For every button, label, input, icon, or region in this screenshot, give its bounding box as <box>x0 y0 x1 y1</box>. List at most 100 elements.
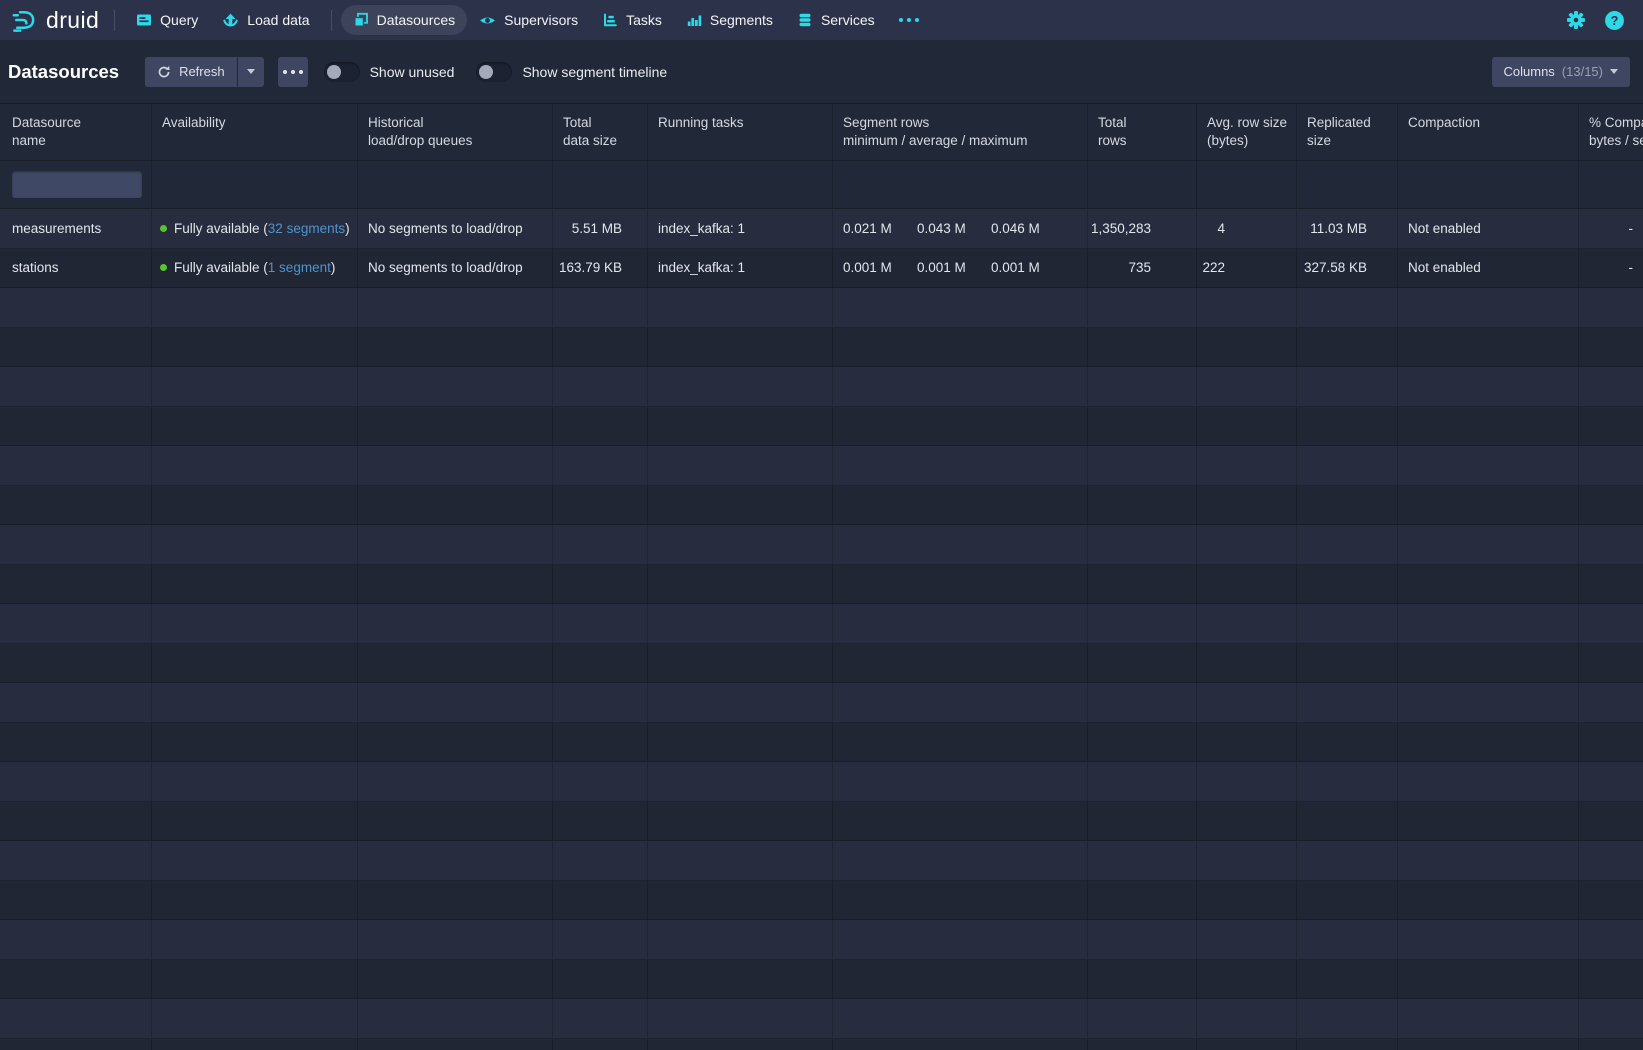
table-cell-empty <box>152 762 358 801</box>
show-unused-label: Show unused <box>370 64 455 80</box>
datasource-name-cell: stations <box>0 249 152 288</box>
table-cell-empty <box>833 1039 1088 1050</box>
table-cell-empty <box>648 486 833 525</box>
columns-button[interactable]: Columns (13/15) <box>1492 57 1631 87</box>
more-actions-button[interactable] <box>278 57 308 87</box>
table-cell-empty <box>648 683 833 722</box>
table-cell-empty <box>1088 723 1197 762</box>
table-cell-empty <box>1579 486 1643 525</box>
more-icon <box>899 18 919 22</box>
table-cell-empty <box>358 999 553 1038</box>
table-cell-empty <box>1579 841 1643 880</box>
nav-item-segments[interactable]: Segments <box>674 5 785 35</box>
table-cell-empty <box>1197 486 1297 525</box>
table-cell-empty <box>0 723 152 762</box>
segments-count-link[interactable]: 32 segments <box>268 221 345 236</box>
table-cell-empty <box>0 328 152 367</box>
nav-item-datasources[interactable]: Datasources <box>341 5 468 35</box>
refresh-button[interactable]: Refresh <box>145 57 237 87</box>
table-cell-empty <box>1579 881 1643 920</box>
datasource-name-filter-input[interactable] <box>12 171 142 198</box>
table-cell-empty <box>1088 841 1197 880</box>
table-cell-empty <box>833 723 1088 762</box>
table-cell-empty <box>1579 1039 1643 1050</box>
column-header-historical-queues[interactable]: Historicalload/drop queues <box>358 104 553 160</box>
services-icon <box>797 12 813 28</box>
table-cell-empty <box>1088 762 1197 801</box>
available-status-dot <box>160 225 167 232</box>
table-cell-empty <box>833 407 1088 446</box>
table-cell-empty <box>1197 565 1297 604</box>
show-segment-timeline-toggle[interactable] <box>476 62 512 82</box>
table-cell-empty <box>833 367 1088 406</box>
nav-item-services[interactable]: Services <box>785 5 887 35</box>
table-cell-empty <box>1398 486 1579 525</box>
nav-item-load-data[interactable]: Load data <box>210 5 321 35</box>
table-cell-empty <box>1579 802 1643 841</box>
nav-item-tasks[interactable]: Tasks <box>590 5 674 35</box>
table-row-empty <box>0 999 1643 1039</box>
column-header-compaction[interactable]: Compaction <box>1398 104 1579 160</box>
nav-more-button[interactable] <box>887 5 931 35</box>
table-cell-empty <box>1297 1039 1398 1050</box>
table-cell-empty <box>1297 802 1398 841</box>
table-row-measurements: measurements Fully available (32 segment… <box>0 209 1643 249</box>
table-cell-empty <box>358 525 553 564</box>
table-cell-empty <box>1088 407 1197 446</box>
column-header-running-tasks[interactable]: Running tasks <box>648 104 833 160</box>
table-cell-empty <box>152 446 358 485</box>
supervisors-icon <box>479 12 496 29</box>
column-header-total-data-size[interactable]: Totaldata size <box>553 104 648 160</box>
table-cell-empty <box>152 723 358 762</box>
toggle-knob <box>479 65 493 79</box>
table-cell-empty <box>0 920 152 959</box>
table-cell-empty <box>152 999 358 1038</box>
table-cell-empty <box>0 1039 152 1050</box>
tasks-icon <box>602 12 618 28</box>
table-cell-empty <box>553 762 648 801</box>
column-header-datasource-name[interactable]: Datasourcename <box>0 104 152 160</box>
settings-gear-icon[interactable] <box>1566 10 1586 30</box>
column-header-replicated-size[interactable]: Replicatedsize <box>1297 104 1398 160</box>
table-cell-empty <box>358 288 553 327</box>
table-cell-empty <box>1297 525 1398 564</box>
table-cell-empty <box>0 486 152 525</box>
druid-logo[interactable]: druid <box>10 7 99 34</box>
table-cell-empty <box>0 802 152 841</box>
nav-divider <box>331 10 332 31</box>
table-cell-empty <box>833 644 1088 683</box>
table-cell-empty <box>648 881 833 920</box>
table-cell-empty <box>0 604 152 643</box>
column-header-availability[interactable]: Availability <box>152 104 358 160</box>
table-cell-empty <box>152 802 358 841</box>
table-cell-empty <box>358 486 553 525</box>
table-cell-empty <box>358 683 553 722</box>
table-cell-empty <box>1197 683 1297 722</box>
table-cell-empty <box>553 486 648 525</box>
show-segment-timeline-label: Show segment timeline <box>522 64 667 80</box>
refresh-dropdown-button[interactable] <box>238 57 264 87</box>
total-rows-cell: 1,350,283 <box>1088 209 1197 248</box>
table-cell-empty <box>648 762 833 801</box>
percent-compacted-cell: - <box>1579 249 1643 288</box>
nav-item-query[interactable]: Query <box>124 5 210 35</box>
table-cell-empty <box>1197 920 1297 959</box>
column-header-segment-rows[interactable]: Segment rowsminimum / average / maximum <box>833 104 1088 160</box>
help-icon[interactable]: ? <box>1604 10 1625 31</box>
column-header-total-rows[interactable]: Totalrows <box>1088 104 1197 160</box>
table-cell-empty <box>1088 604 1197 643</box>
segment-rows-cell: 0.001 M0.001 M0.001 M <box>833 249 1088 288</box>
segments-count-link[interactable]: 1 segment <box>268 260 331 275</box>
column-header-percent-compacted[interactable]: % Compabytes / se <box>1579 104 1643 160</box>
table-cell-empty <box>553 999 648 1038</box>
table-cell-empty <box>1297 999 1398 1038</box>
table-cell-empty <box>1398 604 1579 643</box>
table-cell-empty <box>152 288 358 327</box>
show-unused-toggle[interactable] <box>324 62 360 82</box>
datasources-icon <box>353 12 369 28</box>
table-cell-empty <box>0 881 152 920</box>
table-header-row: Datasourcename Availability Historicallo… <box>0 103 1643 161</box>
nav-item-supervisors[interactable]: Supervisors <box>467 5 590 35</box>
column-header-avg-row-size[interactable]: Avg. row size(bytes) <box>1197 104 1297 160</box>
table-cell-empty <box>152 486 358 525</box>
